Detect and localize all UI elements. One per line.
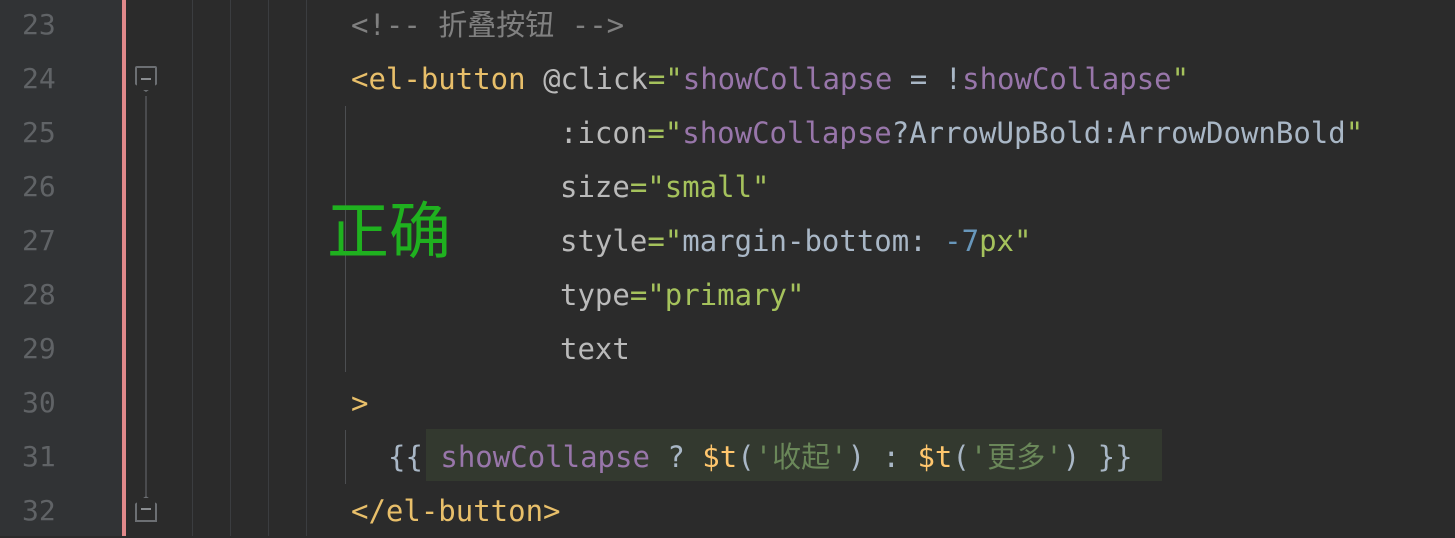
code-token: showCollapse [440, 440, 650, 474]
indent-guide [230, 0, 231, 536]
code-token: ) }} [1062, 440, 1133, 474]
code-token: '更多' [969, 440, 1063, 474]
line-number: 30 [22, 386, 56, 419]
code-token: margin-bottom: [682, 224, 945, 258]
code-line[interactable]: <el-button @click="showCollapse = !showC… [351, 52, 1189, 106]
code-token: '收起' [754, 440, 848, 474]
code-token: showCollapse [682, 116, 892, 150]
line-number: 32 [22, 494, 56, 527]
code-line[interactable]: size="small" [560, 160, 770, 214]
code-token: =" [647, 116, 683, 150]
line-number: 27 [22, 224, 56, 257]
line-number: 24 [22, 62, 56, 95]
code-token: type [560, 278, 630, 312]
indent-guide [192, 0, 193, 536]
code-line[interactable]: <!-- 折叠按钮 --> [351, 0, 624, 52]
code-token: <el-button [351, 62, 526, 96]
fold-range-line [145, 96, 147, 496]
code-line[interactable]: </el-button> [351, 484, 561, 538]
code-token: size [560, 170, 630, 204]
code-token: = ! [892, 62, 963, 96]
code-line[interactable]: {{ showCollapse ? $t('收起') : $t('更多') }} [388, 430, 1133, 484]
code-token: {{ [388, 440, 441, 474]
code-editor[interactable]: 23 <!-- 折叠按钮 --> 24 <el-button @click="show… [0, 0, 1455, 536]
line-number: 29 [22, 332, 56, 365]
code-token: ? [649, 440, 703, 474]
code-token: showCollapse [962, 62, 1172, 96]
code-token: px" [979, 224, 1032, 258]
code-token: ="primary" [629, 278, 805, 312]
code-token: ( [952, 440, 970, 474]
code-line[interactable]: type="primary" [560, 268, 804, 322]
code-token: " [1171, 62, 1190, 96]
code-line[interactable]: :icon="showCollapse?ArrowUpBold:ArrowDow… [560, 106, 1363, 160]
code-token: <!-- 折叠按钮 --> [351, 8, 625, 42]
line-number: 31 [22, 440, 56, 473]
annotation-label: 正确 [327, 195, 452, 268]
code-line[interactable]: > [351, 376, 368, 430]
code-token: showCollapse [682, 62, 893, 96]
code-token: ?ArrowUpBold:ArrowDownBold [891, 116, 1346, 150]
line-number: 25 [22, 116, 56, 149]
code-token: text [560, 332, 630, 366]
code-token: ) : [847, 440, 918, 474]
code-line[interactable]: text [560, 322, 630, 376]
code-token: </el-button> [351, 494, 561, 528]
code-token: :icon [560, 116, 648, 150]
code-token: $t [917, 440, 953, 474]
indent-guide [306, 0, 307, 536]
code-line[interactable]: style="margin-bottom: -7px" [560, 214, 1031, 268]
line-number: 26 [22, 170, 56, 203]
code-token: =" [647, 62, 683, 96]
code-token: > [351, 386, 369, 420]
code-token: ="small" [629, 170, 770, 204]
code-token: ( [737, 440, 755, 474]
line-number: 28 [22, 278, 56, 311]
scope-guide [345, 430, 346, 484]
code-token: style [560, 224, 648, 258]
code-token: " [1345, 116, 1364, 150]
indent-guide [268, 0, 269, 536]
code-token: @click [543, 62, 648, 96]
code-token: -7 [944, 224, 980, 258]
code-token: $t [702, 440, 738, 474]
line-number: 23 [22, 8, 56, 41]
code-token: =" [647, 224, 683, 258]
